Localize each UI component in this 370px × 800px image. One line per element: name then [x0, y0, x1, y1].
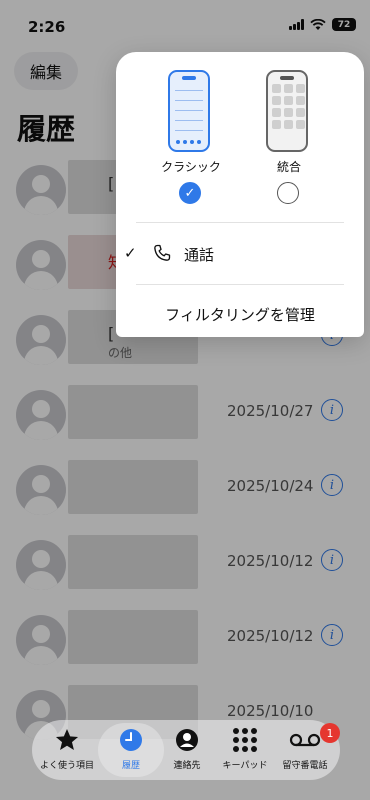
view-options-popover: クラシック ✓ 統合 ✓ 通話 フィルタリングを管理 — [116, 52, 364, 337]
classic-label: クラシック — [161, 160, 221, 174]
tab-voicemail-label: 留守番電話 — [282, 761, 328, 771]
clock-icon — [120, 729, 142, 751]
phone-icon — [154, 244, 171, 261]
manage-filtering-label: フィルタリングを管理 — [165, 306, 315, 324]
tab-recents[interactable]: 履歴 — [100, 720, 162, 780]
classic-radio-checked-icon[interactable]: ✓ — [179, 182, 201, 204]
merged-radio[interactable] — [277, 182, 299, 204]
divider — [136, 284, 344, 285]
star-icon — [55, 728, 79, 750]
tab-favorites-label: よく使う項目 — [39, 761, 94, 771]
layout-option-classic[interactable]: クラシック ✓ — [146, 70, 236, 210]
tab-bar: よく使う項目 履歴 連絡先 キーパッド 留守番電話 — [32, 720, 340, 780]
manage-filtering-item[interactable]: フィルタリングを管理 — [116, 292, 364, 336]
tab-keypad[interactable]: キーパッド — [214, 720, 276, 780]
keypad-icon — [233, 728, 257, 752]
divider — [136, 222, 344, 223]
layout-option-merged[interactable]: 統合 — [244, 70, 334, 210]
tab-contacts[interactable]: 連絡先 — [156, 720, 218, 780]
voicemail-icon — [289, 733, 321, 747]
person-circle-icon — [176, 729, 198, 751]
checkmark-icon: ✓ — [124, 244, 137, 262]
merged-layout-phone-icon — [266, 70, 308, 152]
merged-label: 統合 — [276, 160, 301, 174]
voicemail-badge: 1 — [320, 723, 340, 743]
calls-label: 通話 — [184, 246, 215, 264]
classic-layout-phone-icon — [168, 70, 210, 152]
tab-favorites[interactable]: よく使う項目 — [36, 720, 98, 780]
calls-filter-item[interactable]: ✓ 通話 — [116, 232, 364, 276]
